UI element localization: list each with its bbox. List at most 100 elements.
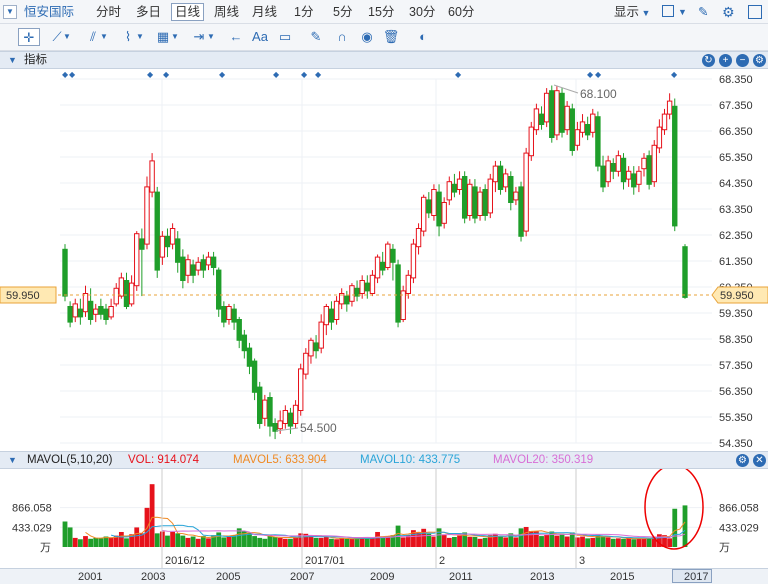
tab-5min[interactable]: 5分 <box>333 3 352 21</box>
volume-bar <box>636 538 642 547</box>
zoom-out-icon[interactable]: − <box>736 54 749 67</box>
candle <box>123 272 130 310</box>
date-label: 2016/12 <box>165 555 205 567</box>
pen-icon[interactable]: ✎ <box>305 28 327 46</box>
toggle-icon[interactable]: ◐ <box>412 28 434 46</box>
candle <box>487 173 493 219</box>
back-arrow-icon[interactable]: ← <box>225 28 247 46</box>
chevron-down-icon[interactable]: ▼ <box>62 28 72 46</box>
tab-weekly[interactable]: 周线 <box>214 3 239 21</box>
candle <box>426 192 432 219</box>
candle <box>164 228 171 258</box>
timeline-year: 2013 <box>530 571 555 583</box>
brush-icon[interactable]: ✎ <box>698 3 708 21</box>
volume-bar <box>165 535 170 547</box>
candle <box>246 342 253 375</box>
timeline-year: 2015 <box>610 571 635 583</box>
volume-chart[interactable]: 866.058 866.058 433.029 433.029 万 万 2016/12 2… <box>0 469 768 568</box>
trash-icon[interactable]: 🗑 <box>380 28 402 46</box>
volume-bar <box>446 537 452 547</box>
ticker-dropdown-icon[interactable]: ▼ <box>3 5 17 19</box>
candle <box>528 121 534 161</box>
timeline-navigator[interactable]: 2001 2003 2005 2007 2009 2011 2013 2015 … <box>0 568 768 584</box>
chevron-down-icon[interactable]: ▼ <box>206 28 216 46</box>
candle <box>62 244 68 302</box>
candle <box>221 301 227 328</box>
chevron-down-icon[interactable]: ▼ <box>99 28 109 46</box>
magnet-icon[interactable]: ∩ <box>331 28 353 46</box>
tab-daily[interactable]: 日线 <box>171 3 205 21</box>
settings-icon[interactable]: ⚙ <box>736 454 749 467</box>
candle <box>579 114 586 138</box>
tab-monthly[interactable]: 月线 <box>252 3 277 21</box>
candle <box>672 98 678 232</box>
current-price-badge-left: 59.950 <box>0 286 57 304</box>
tab-30min[interactable]: 30分 <box>409 3 435 21</box>
candle <box>308 337 314 364</box>
chevron-down-icon[interactable]: ▼ <box>678 3 687 21</box>
volume-bar <box>216 532 222 547</box>
timeline-year: 2003 <box>141 571 166 583</box>
volume-bar <box>400 537 406 547</box>
zoom-in-icon[interactable]: + <box>719 54 732 67</box>
settings-icon[interactable]: ⚙ <box>722 3 735 21</box>
tab-1min[interactable]: 1分 <box>294 3 313 21</box>
candle <box>651 140 657 187</box>
tab-intraday[interactable]: 分时 <box>96 3 121 21</box>
tab-15min[interactable]: 15分 <box>368 3 394 21</box>
tab-multi-day[interactable]: 多日 <box>136 3 161 21</box>
stock-name[interactable]: 恒安国际 <box>24 3 74 21</box>
candle <box>461 171 468 224</box>
volume-bar <box>667 538 673 547</box>
crosshair-icon[interactable]: ✛ <box>18 28 40 46</box>
chevron-down-icon[interactable]: ▼ <box>170 28 180 46</box>
collapse-icon[interactable]: ▼ <box>8 453 17 468</box>
volume-bar <box>329 538 334 547</box>
timeline-window[interactable] <box>672 569 712 583</box>
settings-icon[interactable]: ⚙ <box>753 54 766 67</box>
candle <box>144 176 150 250</box>
candle <box>569 103 575 156</box>
candle <box>303 348 309 380</box>
tab-60min[interactable]: 60分 <box>448 3 474 21</box>
volume-bar <box>416 532 421 547</box>
vol-tick-label-right: 万 <box>719 542 730 554</box>
candle <box>523 147 529 237</box>
candle <box>93 303 99 323</box>
candle <box>67 301 73 328</box>
comment-icon[interactable]: ▭ <box>274 28 296 46</box>
volume-bar <box>149 484 155 547</box>
display-menu[interactable]: 显示 ▼ <box>614 3 650 21</box>
mavol20-value: MAVOL20: 350.319 <box>493 454 594 466</box>
close-icon[interactable]: ✕ <box>753 454 766 467</box>
volume-bar <box>175 533 181 547</box>
volume-bar <box>503 537 509 547</box>
y-tick-label: 67.350 <box>719 100 753 112</box>
volume-bar <box>621 538 626 547</box>
vol-tick-label-left: 433.029 <box>12 522 52 534</box>
y-tick-label: 63.350 <box>719 204 753 216</box>
candle <box>333 296 340 325</box>
refresh-icon[interactable]: ↻ <box>702 54 715 67</box>
candle <box>210 251 217 276</box>
volume-bar <box>477 538 483 547</box>
volume-bar <box>472 536 478 547</box>
candle <box>400 285 406 323</box>
text-tool-icon[interactable]: Aa <box>249 28 271 46</box>
y-tick-label: 57.350 <box>719 360 753 372</box>
candle <box>405 270 412 299</box>
collapse-icon[interactable]: ▼ <box>8 53 17 68</box>
chevron-down-icon[interactable]: ▼ <box>135 28 145 46</box>
volume-bar <box>83 536 88 547</box>
square-select-icon[interactable] <box>662 5 674 17</box>
volume-bar <box>334 539 339 547</box>
eye-icon[interactable]: ◉ <box>356 28 378 46</box>
volume-bar <box>308 536 314 547</box>
date-label: 3 <box>579 555 585 567</box>
price-chart[interactable]: 68.350 67.350 66.350 65.350 64.350 63.350 62.3… <box>0 69 768 451</box>
volume-bar <box>385 536 391 547</box>
timeline-year: 2005 <box>216 571 241 583</box>
fullscreen-icon[interactable] <box>748 5 762 19</box>
max-annotation: 68.100 <box>580 87 617 101</box>
current-price-label-right: 59.950 <box>720 290 754 302</box>
